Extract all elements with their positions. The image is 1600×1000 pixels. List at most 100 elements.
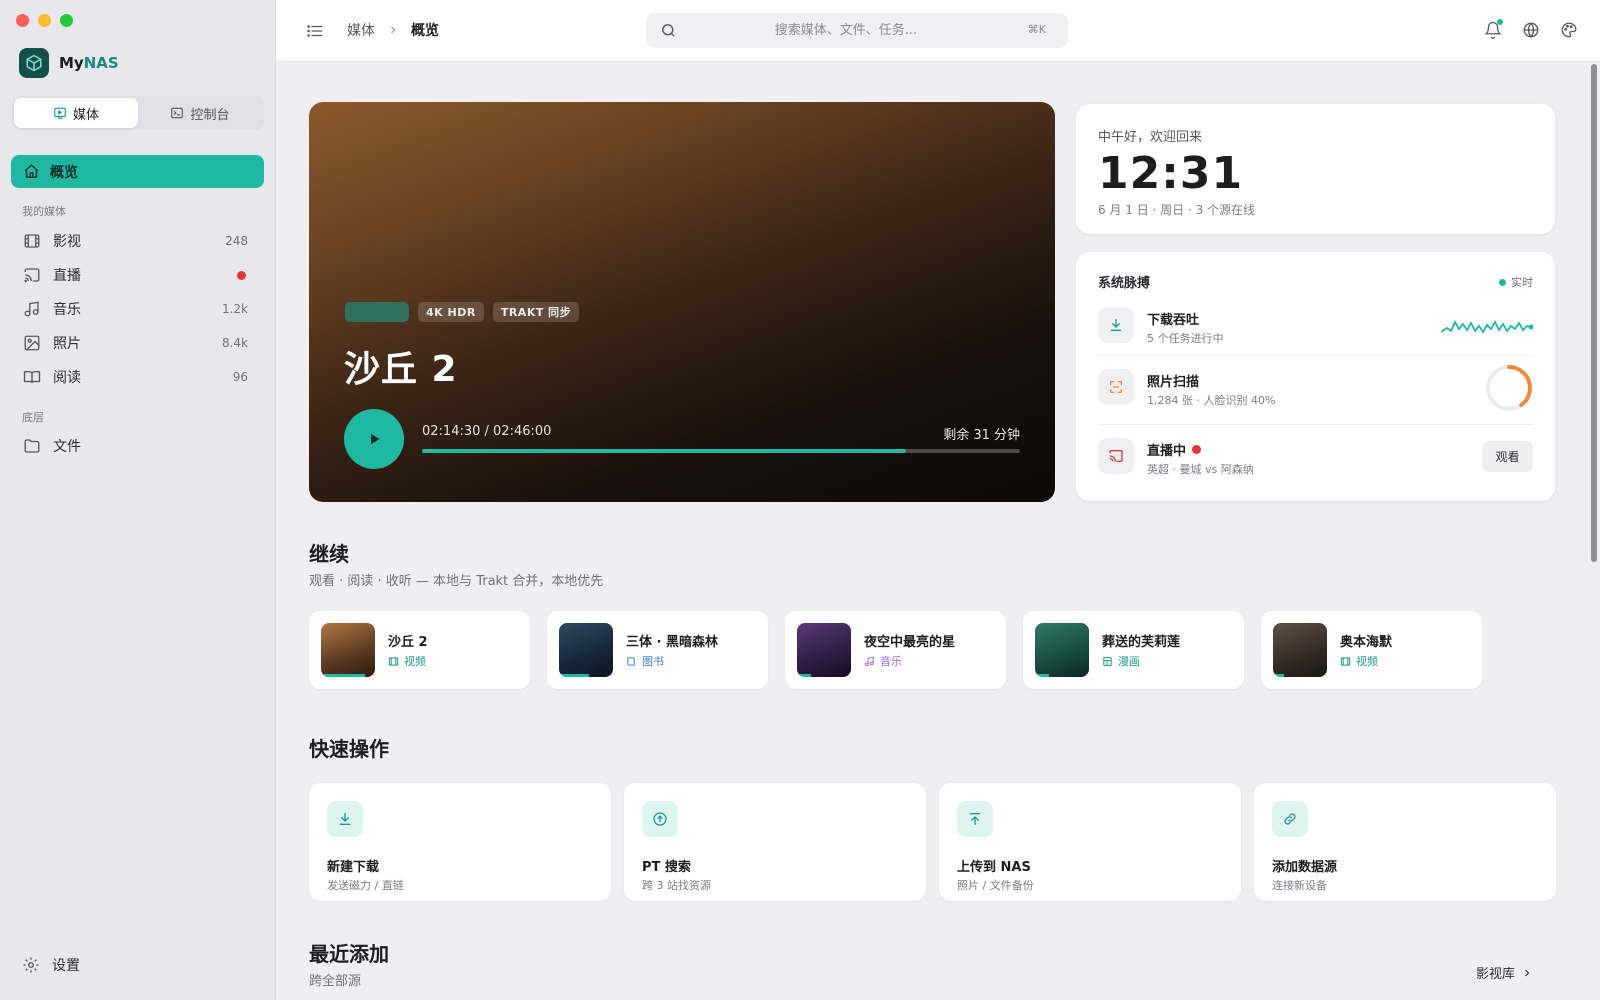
continue-card[interactable]: 夜空中最亮的星 音乐 xyxy=(785,611,1006,689)
continue-card[interactable]: 葬送的芙莉莲 漫画 xyxy=(1023,611,1244,689)
continue-title: 沙丘 2 xyxy=(388,635,428,650)
continue-card[interactable]: 沙丘 2 视频 xyxy=(309,611,530,689)
now-playing-hero[interactable]: 4K HDR TRAKT 同步 沙丘 2 02:14:30 / 02:46:00… xyxy=(309,102,1055,502)
quick-action-title: 新建下载 xyxy=(327,860,380,875)
pt-search-icon xyxy=(642,801,678,837)
section-sub-recent: 跨全部源 xyxy=(309,974,362,989)
sidebar-item-reading[interactable]: 阅读 96 xyxy=(11,362,264,392)
book-icon xyxy=(23,371,41,384)
zoom-window-button[interactable] xyxy=(60,14,73,27)
quick-action-pt-search[interactable]: PT 搜索 跨 3 站找资源 xyxy=(624,783,926,901)
notifications-button[interactable] xyxy=(1482,19,1504,41)
tab-media[interactable]: 媒体 xyxy=(14,98,138,128)
continue-type: 漫画 xyxy=(1102,653,1140,669)
mode-switch: 媒体 控制台 xyxy=(12,96,264,130)
thumbnail xyxy=(1035,623,1089,677)
sidebar-item-label: 影视 xyxy=(53,234,81,250)
pulse-download-name: 下载吞吐 xyxy=(1147,313,1200,328)
book-icon xyxy=(627,656,635,666)
tab-media-label: 媒体 xyxy=(72,107,99,123)
sidebar-item-movies[interactable]: 影视 248 xyxy=(11,226,264,256)
section-title-recent: 最近添加 xyxy=(309,942,389,966)
media-icon xyxy=(54,107,66,119)
close-window-button[interactable] xyxy=(16,14,29,27)
sidebar-toggle-button[interactable] xyxy=(306,22,324,44)
sidebar-item-overview[interactable]: 概览 xyxy=(11,155,264,188)
section-title-continue: 继续 xyxy=(309,542,349,566)
folder-icon xyxy=(24,439,40,453)
pulse-live-name: 直播中 xyxy=(1147,440,1202,459)
thumbnail xyxy=(321,623,375,677)
list-menu-icon xyxy=(307,25,323,37)
palette-icon xyxy=(1561,22,1577,38)
search-input[interactable] xyxy=(686,13,1006,48)
pulse-row-download[interactable]: 下载吞吐 5 个任务进行中 xyxy=(1098,294,1533,356)
tab-console[interactable]: 控制台 xyxy=(138,98,262,128)
sidebar-item-files[interactable]: 文件 xyxy=(11,431,264,461)
language-button[interactable] xyxy=(1520,19,1542,41)
section-label-media: 我的媒体 xyxy=(22,205,66,218)
hero-tags: 4K HDR TRAKT 同步 xyxy=(345,302,580,322)
section-title-quick: 快速操作 xyxy=(309,737,389,761)
continue-title: 奥本海默 xyxy=(1340,635,1393,650)
hero-tag-hdr: 4K HDR xyxy=(418,302,484,322)
link-icon xyxy=(1272,801,1308,837)
pulse-download-desc: 5 个任务进行中 xyxy=(1147,332,1224,345)
progress-bar xyxy=(1035,674,1049,677)
sidebar-item-label: 照片 xyxy=(53,336,81,352)
sidebar-item-music[interactable]: 音乐 1.2k xyxy=(11,294,264,324)
library-link[interactable]: 影视库 xyxy=(1476,963,1533,982)
upload-icon xyxy=(957,801,993,837)
breadcrumb-media[interactable]: 媒体 xyxy=(347,20,375,40)
watch-button[interactable]: 观看 xyxy=(1482,441,1533,472)
scrollbar-thumb[interactable] xyxy=(1591,64,1597,562)
realtime-label: 实时 xyxy=(1511,276,1533,289)
pulse-scan-name: 照片扫描 xyxy=(1147,375,1200,390)
search-shortcut: ⌘K xyxy=(1027,23,1046,36)
quick-action-add-source[interactable]: 添加数据源 连接新设备 xyxy=(1254,783,1556,901)
continue-type: 音乐 xyxy=(864,653,902,669)
brand-name: MyNAS xyxy=(59,54,119,72)
sidebar-item-photos[interactable]: 照片 8.4k xyxy=(11,328,264,358)
sidebar-item-label: 阅读 xyxy=(53,370,81,386)
hero-title: 沙丘 2 xyxy=(344,349,458,390)
quick-action-upload[interactable]: 上传到 NAS 照片 / 文件备份 xyxy=(939,783,1241,901)
pulse-scan-desc: 1,284 张 · 人脸识别 40% xyxy=(1147,394,1276,407)
continue-card[interactable]: 三体 · 黑暗森林 图书 xyxy=(547,611,768,689)
quick-action-new-download[interactable]: 新建下载 发送磁力 / 直链 xyxy=(309,783,611,901)
playback-progress[interactable] xyxy=(422,449,1020,453)
music-icon xyxy=(864,656,874,666)
pulse-row-live[interactable]: 直播中 英超 · 曼城 vs 阿森纳 观看 xyxy=(1098,424,1533,486)
pulse-row-scan[interactable]: 照片扫描 1,284 张 · 人脸识别 40% xyxy=(1098,355,1533,417)
hero-tag-badge xyxy=(345,302,409,322)
settings-button[interactable]: 设置 xyxy=(22,955,80,975)
search-bar: ⌘K xyxy=(646,13,1068,48)
breadcrumb-current: 概览 xyxy=(411,23,439,39)
continue-title: 三体 · 黑暗森林 xyxy=(626,635,718,650)
progress-bar xyxy=(321,674,365,677)
continue-card[interactable]: 奥本海默 视频 xyxy=(1261,611,1482,689)
quick-action-sub: 跨 3 站找资源 xyxy=(642,879,711,892)
throughput-sparkline xyxy=(1441,320,1533,334)
tab-console-label: 控制台 xyxy=(190,107,230,123)
item-count: 1.2k xyxy=(221,302,248,316)
play-icon xyxy=(371,433,380,445)
quick-action-title: PT 搜索 xyxy=(642,860,691,875)
play-button[interactable] xyxy=(344,409,404,469)
cast-icon xyxy=(24,268,40,283)
sidebar-item-live[interactable]: 直播 xyxy=(11,260,264,290)
progress-bar xyxy=(797,674,811,677)
chevron-right-icon xyxy=(391,26,396,34)
minimize-window-button[interactable] xyxy=(38,14,51,27)
cast-icon xyxy=(1098,438,1134,474)
quick-action-sub: 照片 / 文件备份 xyxy=(957,879,1034,892)
continue-title: 葬送的芙莉莲 xyxy=(1102,635,1181,650)
sidebar-item-label: 概览 xyxy=(50,164,78,181)
sidebar-item-label: 音乐 xyxy=(53,302,81,318)
download-icon xyxy=(1098,307,1134,343)
sidebar-item-label: 文件 xyxy=(53,439,81,455)
theme-button[interactable] xyxy=(1558,19,1580,41)
photo-icon xyxy=(24,335,40,351)
film-icon xyxy=(388,656,399,666)
live-indicator xyxy=(1192,445,1202,454)
